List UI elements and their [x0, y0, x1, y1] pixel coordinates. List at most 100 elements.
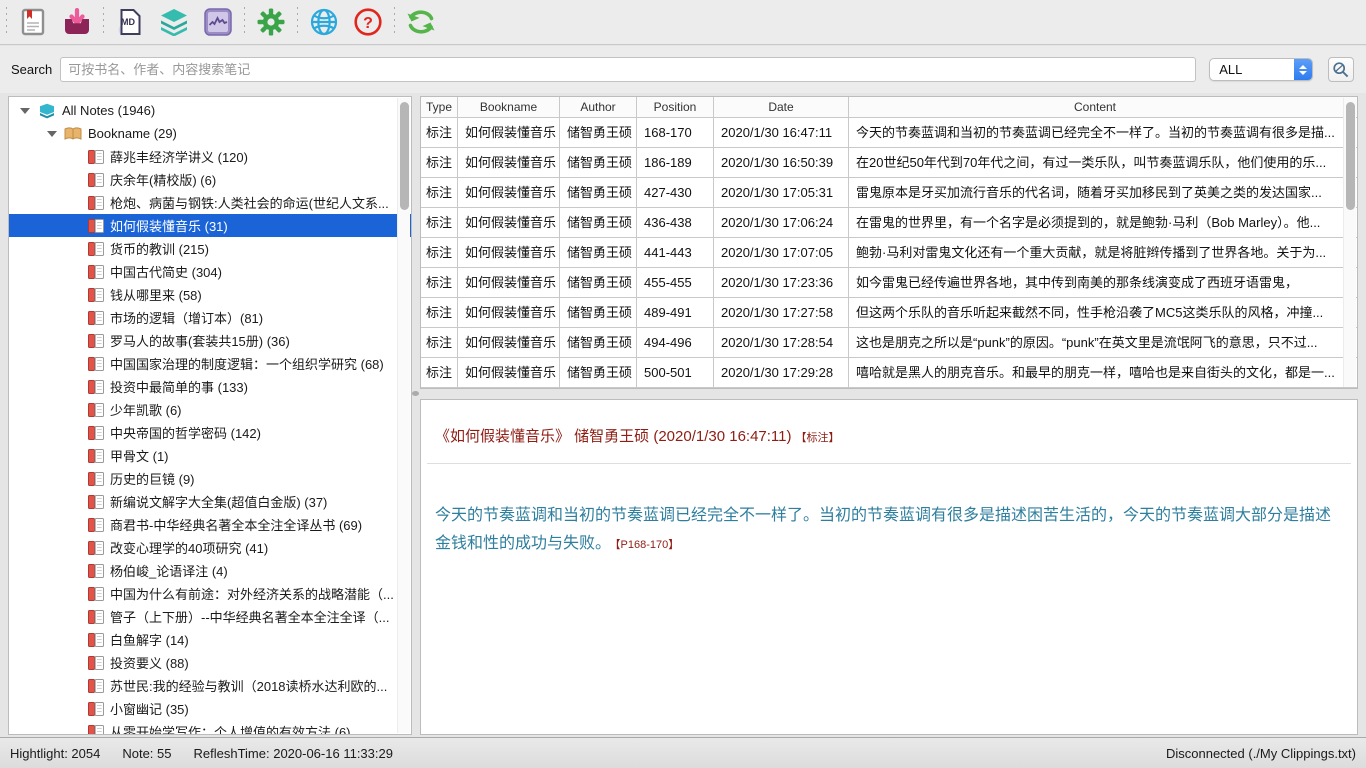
cell-type: 标注	[421, 328, 458, 357]
detail-title: 《如何假装懂音乐》 储智勇王硕 (2020/1/30 16:47:11)【标注】	[435, 425, 1343, 446]
cell-type: 标注	[421, 178, 458, 207]
toolbar-button-help[interactable]: ?	[351, 5, 385, 39]
table-row[interactable]: 标注 如何假装懂音乐 储智勇王硕 500-501 2020/1/30 17:29…	[421, 358, 1357, 388]
cell-content: 这也是朋克之所以是“punk”的原因。“punk”在英文里是流氓阿飞的意思，只不…	[849, 328, 1357, 357]
note-detail-panel: 《如何假装懂音乐》 储智勇王硕 (2020/1/30 16:47:11)【标注】…	[420, 399, 1358, 735]
tree-item-book[interactable]: 小窗幽记 (35)	[9, 697, 411, 720]
table-body: 标注 如何假装懂音乐 储智勇王硕 168-170 2020/1/30 16:47…	[421, 118, 1357, 388]
table-header-cell[interactable]: Author	[560, 97, 637, 117]
tree-item-book[interactable]: 投资中最简单的事 (133)	[9, 375, 411, 398]
table-header-cell[interactable]: Type	[421, 97, 458, 117]
tree-item-book[interactable]: 新编说文解字大全集(超值白金版) (37)	[9, 490, 411, 513]
toolbar-button-web[interactable]	[307, 5, 341, 39]
toolbar-separator	[6, 7, 7, 37]
cell-type: 标注	[421, 298, 458, 327]
table-row[interactable]: 标注 如何假装懂音乐 储智勇王硕 441-443 2020/1/30 17:07…	[421, 238, 1357, 268]
book-icon	[88, 702, 104, 716]
disclosure-triangle-icon[interactable]	[47, 131, 57, 137]
cell-position: 494-496	[637, 328, 714, 357]
search-bar: Search ALL	[0, 46, 1366, 93]
disclosure-triangle-icon[interactable]	[20, 108, 30, 114]
book-icon	[88, 564, 104, 578]
table-header-cell[interactable]: Position	[637, 97, 714, 117]
sidebar: All Notes (1946) Bookname (29) 薛兆丰经济学讲义 …	[8, 96, 412, 735]
tree-item-label: 中国古代简史 (304)	[110, 262, 222, 281]
toolbar-button-notes[interactable]	[16, 5, 50, 39]
tree-item-book[interactable]: 庆余年(精校版) (6)	[9, 168, 411, 191]
cell-type: 标注	[421, 148, 458, 177]
table-header-cell[interactable]: Date	[714, 97, 849, 117]
book-icon	[88, 311, 104, 325]
tree-item-all-notes[interactable]: All Notes (1946)	[9, 99, 411, 122]
toolbar-button-settings[interactable]	[254, 5, 288, 39]
table-header-cell[interactable]: Content	[849, 97, 1357, 117]
help-icon: ?	[353, 7, 383, 37]
table-scrollbar[interactable]	[1343, 98, 1356, 387]
panel-splitter[interactable]	[420, 389, 1358, 399]
tree-item-label: 投资要义 (88)	[110, 653, 189, 672]
table-scrollbar-thumb[interactable]	[1346, 102, 1355, 210]
status-connection: Disconnected (./My Clippings.txt)	[1166, 746, 1356, 761]
tree-item-book[interactable]: 杨伯峻_论语译注 (4)	[9, 559, 411, 582]
tree-item-book[interactable]: 白鱼解字 (14)	[9, 628, 411, 651]
search-button[interactable]	[1328, 57, 1354, 82]
book-icon	[88, 150, 104, 164]
table-row[interactable]: 标注 如何假装懂音乐 储智勇王硕 427-430 2020/1/30 17:05…	[421, 178, 1357, 208]
tree-item-book[interactable]: 商君书-中华经典名著全本全注全译丛书 (69)	[9, 513, 411, 536]
export-download-icon	[62, 8, 92, 36]
tree-item-book[interactable]: 中国国家治理的制度逻辑：一个组织学研究 (68)	[9, 352, 411, 375]
book-icon	[88, 403, 104, 417]
tree-item-book[interactable]: 历史的巨镜 (9)	[9, 467, 411, 490]
tree-item-book[interactable]: 从零开始学写作：个人增值的有效方法 (6)	[9, 720, 411, 735]
tree-item-book[interactable]: 薛兆丰经济学讲义 (120)	[9, 145, 411, 168]
cell-bookname: 如何假装懂音乐	[458, 358, 560, 387]
table-header-row: TypeBooknameAuthorPositionDateContent	[421, 97, 1357, 118]
book-icon	[88, 633, 104, 647]
tree-item-book[interactable]: 少年凯歌 (6)	[9, 398, 411, 421]
cell-content: 雷鬼原本是牙买加流行音乐的代名词，随着牙买加移民到了英美之类的发达国家...	[849, 178, 1357, 207]
tree-item-book[interactable]: 如何假装懂音乐 (31)	[9, 214, 411, 237]
toolbar-button-stats[interactable]	[201, 5, 235, 39]
toolbar-button-export[interactable]	[60, 5, 94, 39]
tree-item-book[interactable]: 市场的逻辑（增订本）(81)	[9, 306, 411, 329]
sidebar-scrollbar-thumb[interactable]	[400, 102, 409, 210]
cell-bookname: 如何假装懂音乐	[458, 268, 560, 297]
table-row[interactable]: 标注 如何假装懂音乐 储智勇王硕 186-189 2020/1/30 16:50…	[421, 148, 1357, 178]
toolbar-button-layers[interactable]	[157, 5, 191, 39]
tree-item-book[interactable]: 罗马人的故事(套装共15册) (36)	[9, 329, 411, 352]
table-row[interactable]: 标注 如何假装懂音乐 储智勇王硕 455-455 2020/1/30 17:23…	[421, 268, 1357, 298]
table-row[interactable]: 标注 如何假装懂音乐 储智勇王硕 436-438 2020/1/30 17:06…	[421, 208, 1357, 238]
toolbar-button-markdown[interactable]: MD	[113, 5, 147, 39]
tree-item-book[interactable]: 中央帝国的哲学密码 (142)	[9, 421, 411, 444]
book-icon	[88, 541, 104, 555]
tree-item-bookname[interactable]: Bookname (29)	[9, 122, 411, 145]
filter-select[interactable]: ALL	[1209, 58, 1313, 81]
book-icon	[88, 173, 104, 187]
tree-item-book[interactable]: 中国为什么有前途：对外经济关系的战略潜能（...	[9, 582, 411, 605]
table-row[interactable]: 标注 如何假装懂音乐 储智勇王硕 168-170 2020/1/30 16:47…	[421, 118, 1357, 148]
tree-item-book[interactable]: 投资要义 (88)	[9, 651, 411, 674]
tree-item-book[interactable]: 苏世民:我的经验与教训（2018读桥水达利欧的...	[9, 674, 411, 697]
table-header-cell[interactable]: Bookname	[458, 97, 560, 117]
layers-icon	[159, 8, 189, 36]
sidebar-scrollbar[interactable]	[397, 98, 410, 733]
tree-item-book[interactable]: 枪炮、病菌与钢铁:人类社会的命运(世纪人文系...	[9, 191, 411, 214]
cell-author: 储智勇王硕	[560, 178, 637, 207]
tree-item-label: 管子（上下册）--中华经典名著全本全注全译（...	[110, 607, 390, 626]
tree-item-book[interactable]: 中国古代简史 (304)	[9, 260, 411, 283]
table-row[interactable]: 标注 如何假装懂音乐 储智勇王硕 489-491 2020/1/30 17:27…	[421, 298, 1357, 328]
tree-item-book[interactable]: 改变心理学的40项研究 (41)	[9, 536, 411, 559]
book-icon	[88, 265, 104, 279]
detail-body: 今天的节奏蓝调和当初的节奏蓝调已经完全不一样了。当初的节奏蓝调有很多是描述困苦生…	[435, 502, 1343, 559]
tree-item-book[interactable]: 钱从哪里来 (58)	[9, 283, 411, 306]
table-row[interactable]: 标注 如何假装懂音乐 储智勇王硕 494-496 2020/1/30 17:28…	[421, 328, 1357, 358]
book-icon	[88, 380, 104, 394]
tree-item-book[interactable]: 管子（上下册）--中华经典名著全本全注全译（...	[9, 605, 411, 628]
search-input[interactable]	[60, 57, 1196, 82]
toolbar-button-refresh[interactable]	[404, 5, 438, 39]
book-icon	[88, 288, 104, 302]
tree-item-book[interactable]: 货币的教训 (215)	[9, 237, 411, 260]
cell-date: 2020/1/30 17:29:28	[714, 358, 849, 387]
tree-item-book[interactable]: 甲骨文 (1)	[9, 444, 411, 467]
sidebar-book-list: 薛兆丰经济学讲义 (120) 庆余年(精校版) (6) 枪炮、病菌与钢铁:人类社…	[9, 145, 411, 735]
